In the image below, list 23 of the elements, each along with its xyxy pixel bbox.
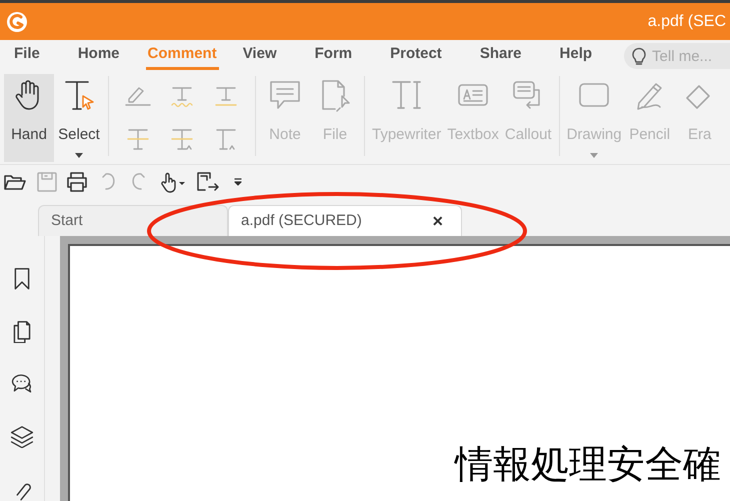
menu-tab[interactable]: File <box>2 42 52 70</box>
close-button[interactable]: × <box>426 208 449 234</box>
menu-tab[interactable]: Form <box>302 42 364 70</box>
note-icon <box>268 78 302 112</box>
ribbon-button[interactable]: Hand <box>4 74 54 162</box>
menu-tab[interactable]: Help <box>548 42 604 70</box>
menu-tab[interactable]: View <box>230 42 289 70</box>
typewriter-icon <box>390 78 424 112</box>
app-logo-icon <box>6 10 28 32</box>
tab-label: a.pdf (SECURED) <box>241 210 362 231</box>
print-icon[interactable] <box>65 170 89 194</box>
layers-icon[interactable] <box>9 424 35 448</box>
search-field[interactable]: Tell me... <box>624 43 730 69</box>
export-page-icon[interactable] <box>195 170 219 194</box>
ribbon-button[interactable]: Select <box>54 74 104 162</box>
document-tab[interactable]: a.pdf (SECURED) × <box>228 205 462 236</box>
menu-tab[interactable]: Protect <box>378 42 454 70</box>
document-tab[interactable]: Start <box>38 205 228 236</box>
window-title: a.pdf (SEC <box>648 12 726 32</box>
page-text: 情報処理安全確 <box>455 446 721 484</box>
menu-tab[interactable]: Share <box>468 42 534 70</box>
tab-label: Start <box>51 210 83 231</box>
menu-tab[interactable]: Home <box>66 42 132 70</box>
